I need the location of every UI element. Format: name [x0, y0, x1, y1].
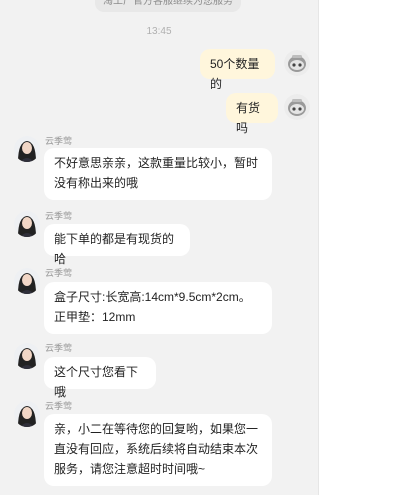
sender-name: 云季莺 — [45, 343, 73, 353]
sender-name: 云季莺 — [45, 211, 73, 221]
sender-name: 云季莺 — [45, 268, 73, 278]
agent-avatar-icon — [14, 343, 40, 369]
incoming-message[interactable]: 不好意思亲亲，这款重量比较小，暂时没有称出来的哦 — [44, 148, 272, 200]
incoming-message[interactable]: 亲，小二在等待您的回复哟，如果您一直没有回应，系统后续将自动结束本次服务，请您注… — [44, 414, 272, 486]
agent-avatar-icon — [14, 211, 40, 237]
message-timestamp: 13:45 — [146, 26, 172, 37]
incoming-message[interactable]: 盒子尺寸:长宽高:14cm*9.5cm*2cm。正甲垫：12mm — [44, 282, 272, 334]
incoming-message[interactable]: 这个尺寸您看下哦 — [44, 357, 156, 399]
robot-avatar-icon — [284, 94, 310, 120]
sender-name: 云季莺 — [45, 401, 73, 411]
system-notice: 淘工厂官方客服继续为您服务 — [95, 0, 241, 12]
chat-panel[interactable]: 淘工厂官方客服继续为您服务 13:45 50个数量的 有货吗 云季莺 不好意思亲… — [0, 0, 318, 495]
sender-name: 云季莺 — [45, 136, 73, 146]
incoming-message[interactable]: 能下单的都是有现货的哈 — [44, 224, 190, 266]
robot-avatar-icon — [284, 50, 310, 76]
agent-avatar-icon — [14, 268, 40, 294]
agent-avatar-icon — [14, 136, 40, 162]
agent-avatar-icon — [14, 401, 40, 427]
panel-divider — [318, 0, 319, 495]
outgoing-message[interactable]: 有货吗 — [226, 93, 278, 135]
outgoing-message[interactable]: 50个数量的 — [200, 49, 275, 91]
